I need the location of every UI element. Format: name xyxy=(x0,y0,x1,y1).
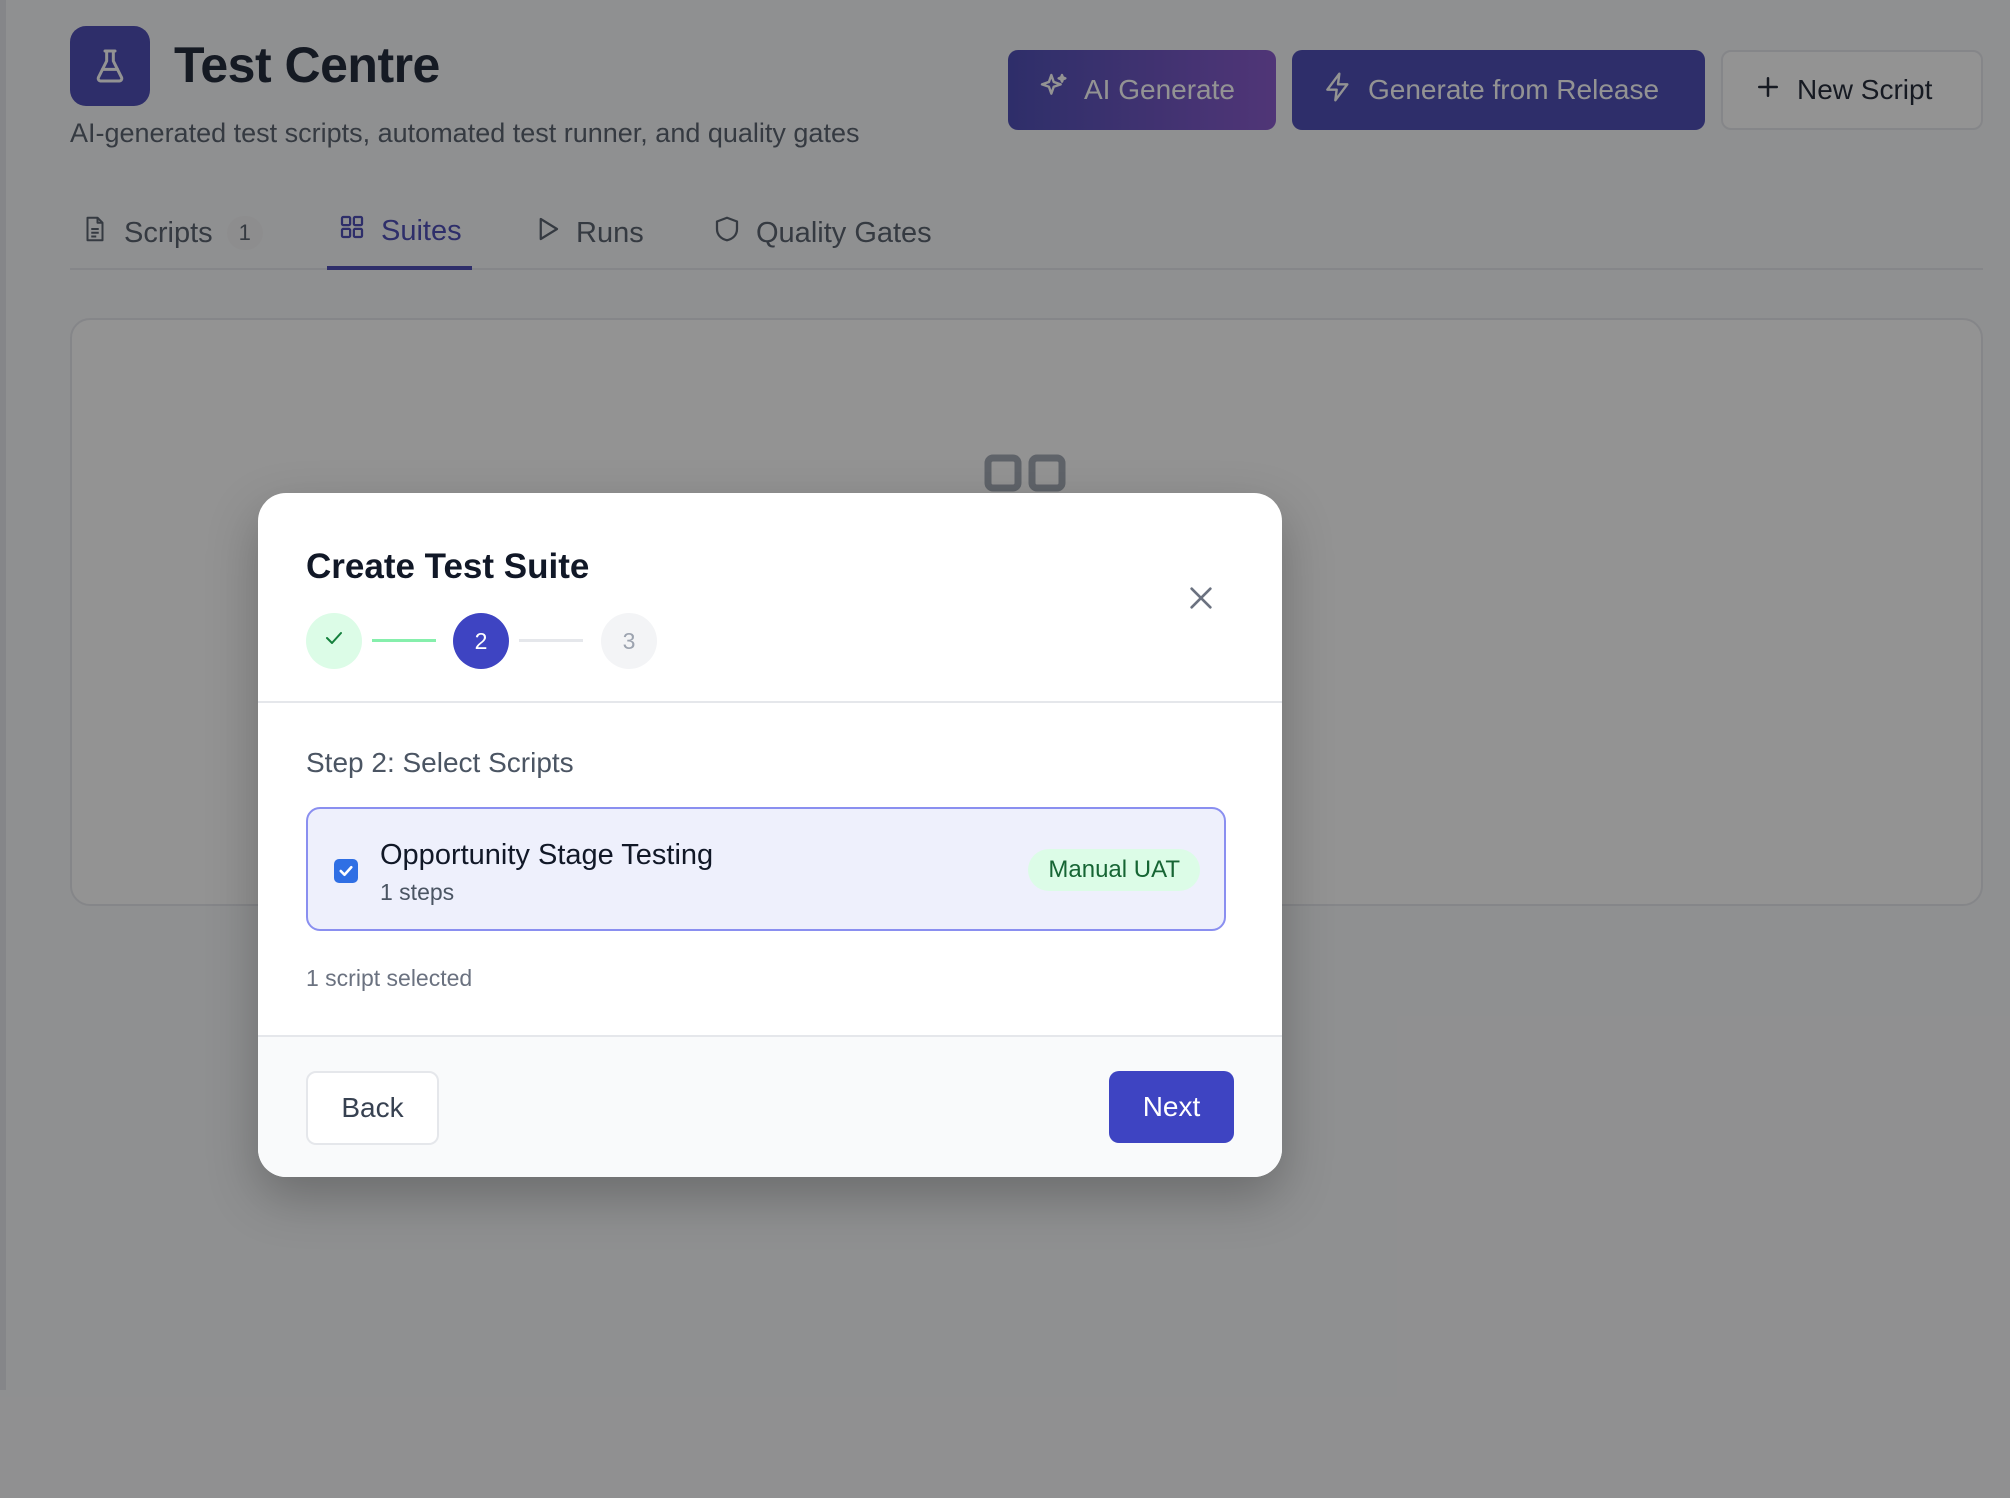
modal-footer: Back Next xyxy=(258,1035,1282,1177)
check-icon xyxy=(322,626,346,656)
script-type-badge: Manual UAT xyxy=(1028,849,1200,891)
page: Test Centre AI-generated test scripts, a… xyxy=(0,0,2010,1498)
step-connector-pending xyxy=(519,639,583,642)
script-checkbox[interactable] xyxy=(334,859,358,883)
modal-header-divider xyxy=(258,701,1282,703)
close-icon xyxy=(1185,582,1217,619)
step-2-current: 2 xyxy=(453,613,509,669)
back-button[interactable]: Back xyxy=(306,1071,439,1145)
script-steps: 1 steps xyxy=(380,879,455,905)
stepper: 2 3 xyxy=(306,613,706,669)
step-1-complete xyxy=(306,613,362,669)
modal-title: Create Test Suite xyxy=(306,547,590,586)
step-3-pending: 3 xyxy=(601,613,657,669)
step-heading: Step 2: Select Scripts xyxy=(306,747,574,778)
create-test-suite-modal: Create Test Suite 2 3 Step 2: Select Scr… xyxy=(258,493,1282,1177)
script-list-item[interactable]: Opportunity Stage Testing 1 steps Manual… xyxy=(306,807,1226,931)
close-button[interactable] xyxy=(1180,579,1222,621)
script-name: Opportunity Stage Testing xyxy=(380,839,714,871)
next-button[interactable]: Next xyxy=(1109,1071,1234,1143)
step-connector-complete xyxy=(372,639,436,642)
selected-count: 1 script selected xyxy=(306,965,473,991)
